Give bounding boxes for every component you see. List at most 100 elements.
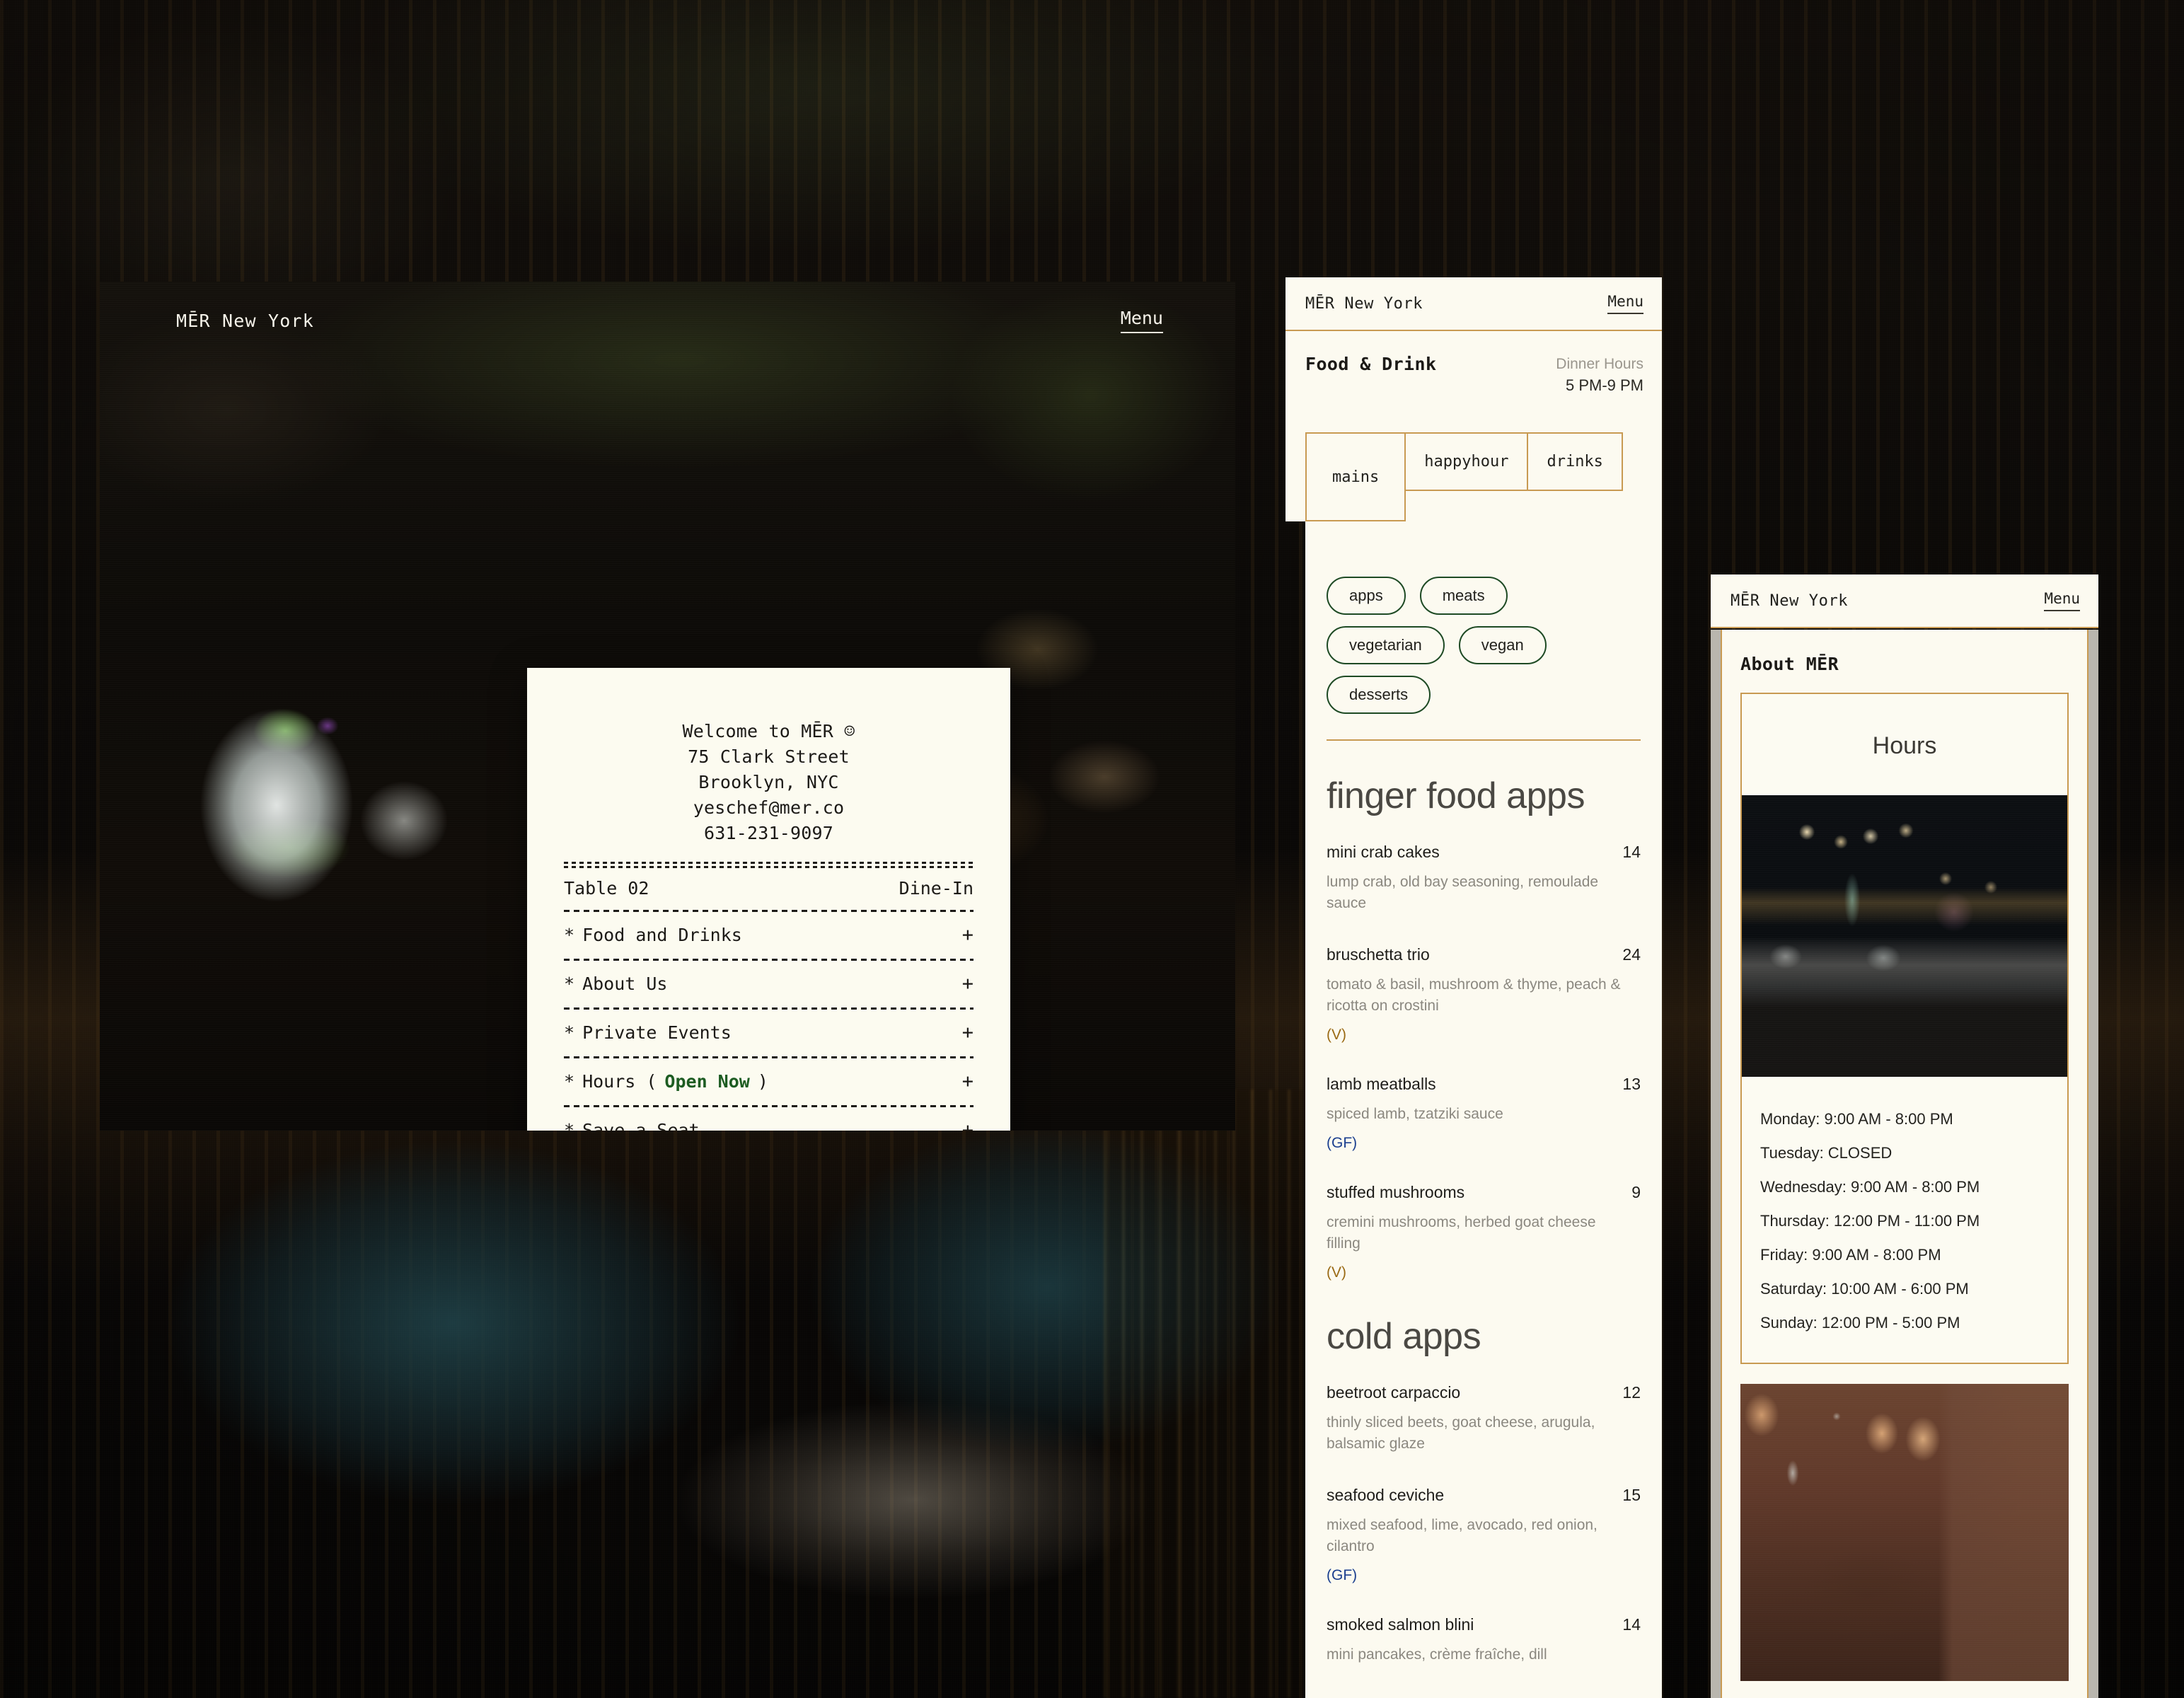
menu-item[interactable]: smoked salmon blini 14 mini pancakes, cr…: [1327, 1615, 1641, 1665]
receipt-hours-prefix: Hours (: [582, 1071, 657, 1092]
receipt-hours-suffix: ): [757, 1071, 768, 1092]
hours-card: Hours Monday: 9:00 AM - 8:00 PM Tuesday:…: [1740, 693, 2069, 1364]
hours-row-sunday: Sunday: 12:00 PM - 5:00 PM: [1760, 1314, 1960, 1332]
filter-pill-meats[interactable]: meats: [1419, 577, 1508, 615]
hero-topbar: MĒR New York Menu: [100, 282, 1235, 359]
hours-row-saturday: Saturday: 10:00 AM - 6:00 PM: [1760, 1280, 1969, 1298]
menu-item[interactable]: seafood ceviche 15 mixed seafood, lime, …: [1327, 1486, 1641, 1584]
tab-drinks[interactable]: drinks: [1528, 432, 1623, 491]
receipt-phone[interactable]: 631-231-9097: [527, 821, 1010, 846]
menu-category-tabs: mains happyhour drinks: [1305, 432, 1623, 521]
menu-item-description: lump crab, old bay seasoning, remoulade …: [1327, 874, 1599, 911]
menu-item-name: stuffed mushrooms: [1327, 1183, 1465, 1201]
menu-panel-body-surface: apps meats vegetarian vegan desserts fin…: [1305, 521, 1662, 1698]
menu-item-description: cremini mushrooms, herbed goat cheese fi…: [1327, 1214, 1596, 1252]
bullet-star-icon: *: [564, 1071, 575, 1092]
expand-plus-icon[interactable]: +: [962, 924, 973, 946]
receipt-double-divider: [564, 862, 973, 868]
receipt-email[interactable]: yeschef@mer.co: [527, 795, 1010, 821]
filter-pill-vegan[interactable]: vegan: [1458, 626, 1547, 664]
hours-row-friday: Friday: 9:00 AM - 8:00 PM: [1760, 1246, 1941, 1264]
receipt-item-about-us[interactable]: * About Us +: [527, 961, 1010, 1007]
menu-panel-topbar: MĒR New York Menu: [1285, 277, 1662, 331]
brand-logo: MĒR New York: [176, 310, 315, 331]
hours-row-monday: Monday: 9:00 AM - 8:00 PM: [1760, 1110, 1953, 1128]
bullet-star-icon: *: [564, 925, 575, 945]
status-badge-open-now: Open Now: [664, 1071, 750, 1092]
receipt-item-private-events[interactable]: * Private Events +: [527, 1010, 1010, 1056]
menu-nav-link[interactable]: Menu: [2044, 590, 2080, 611]
menu-item-name: beetroot carpaccio: [1327, 1383, 1461, 1402]
bullet-star-icon: *: [564, 1022, 575, 1043]
tab-happyhour[interactable]: happyhour: [1406, 432, 1529, 491]
receipt-table-label: Table 02: [564, 878, 649, 899]
receipt-item-hours[interactable]: * Hours ( Open Now) +: [527, 1058, 1010, 1105]
menu-item-price: 14: [1622, 843, 1641, 861]
hours-row-tuesday: Tuesday: CLOSED: [1760, 1144, 1893, 1162]
receipt-table-row: Table 02 Dine-In: [527, 868, 1010, 910]
page-title: About MĒR: [1740, 654, 1839, 674]
menu-nav-link[interactable]: Menu: [1607, 293, 1643, 314]
hours-list: Monday: 9:00 AM - 8:00 PM Tuesday: CLOSE…: [1742, 1077, 2067, 1363]
dining-room-photo: [1740, 1384, 2069, 1681]
dinner-hours-value: 5 PM-9 PM: [1565, 376, 1643, 394]
hours-card-title: Hours: [1872, 732, 1937, 759]
expand-plus-icon[interactable]: +: [962, 973, 973, 995]
menu-item-price: 9: [1631, 1183, 1641, 1201]
bullet-star-icon: *: [564, 974, 575, 994]
filter-pill-vegetarian[interactable]: vegetarian: [1327, 626, 1445, 664]
filter-pill-apps[interactable]: apps: [1327, 577, 1406, 615]
expand-plus-icon[interactable]: +: [962, 1119, 973, 1131]
filter-divider: [1327, 739, 1641, 741]
menu-item-description: spiced lamb, tzatziki sauce: [1327, 1106, 1503, 1122]
desktop-hero-panel: MĒR New York Menu Welcome to MĒR ☺ 75 Cl…: [100, 282, 1235, 1131]
menu-item[interactable]: beetroot carpaccio 12 thinly sliced beet…: [1327, 1383, 1641, 1455]
receipt-address-line-2: Brooklyn, NYC: [698, 772, 839, 792]
filter-pill-desserts[interactable]: desserts: [1327, 676, 1431, 714]
receipt-item-label: Private Events: [582, 1022, 732, 1043]
bar-cocktails-photo: [1742, 795, 2067, 1077]
menu-panel: apps meats vegetarian vegan desserts fin…: [1285, 277, 1662, 1698]
menu-item[interactable]: lamb meatballs 13 spiced lamb, tzatziki …: [1327, 1075, 1641, 1152]
receipt-content: Welcome to MĒR ☺ 75 Clark Street Brookly…: [527, 719, 1010, 1131]
menu-item-name: mini crab cakes: [1327, 843, 1440, 861]
dinner-hours-block: Dinner Hours 5 PM-9 PM: [1556, 354, 1643, 396]
menu-item-price: 14: [1622, 1615, 1641, 1634]
receipt-item-label: About Us: [582, 974, 668, 994]
receipt-item-label: Food and Drinks: [582, 925, 742, 945]
menu-item-price: 13: [1622, 1075, 1641, 1093]
menu-item[interactable]: stuffed mushrooms 9 cremini mushrooms, h…: [1327, 1183, 1641, 1281]
menu-item-dietary-tag: (V): [1327, 1027, 1346, 1043]
brand-logo: MĒR New York: [1305, 294, 1423, 313]
page-title: Food & Drink: [1305, 354, 1437, 374]
receipt-address-line-1: 75 Clark Street: [688, 746, 850, 767]
menu-panel-heading: Food & Drink Dinner Hours 5 PM-9 PM: [1285, 331, 1662, 396]
bullet-star-icon: *: [564, 1120, 575, 1131]
menu-item[interactable]: bruschetta trio 24 tomato & basil, mushr…: [1327, 945, 1641, 1044]
menu-item[interactable]: mini crab cakes 14 lump crab, old bay se…: [1327, 843, 1641, 914]
menu-filter-pills: apps meats vegetarian vegan desserts: [1327, 577, 1631, 714]
about-panel-body[interactable]: About MĒR Hours Monday: 9:00 AM - 8:00 P…: [1721, 630, 2088, 1698]
menu-section-title: finger food apps: [1327, 775, 1585, 816]
receipt-item-save-a-seat[interactable]: * Save a Seat +: [527, 1107, 1010, 1131]
receipt-item-label: Save a Seat: [582, 1120, 700, 1131]
receipt-item-food-and-drinks[interactable]: * Food and Drinks +: [527, 912, 1010, 959]
dinner-hours-label: Dinner Hours: [1556, 356, 1643, 372]
tab-mains[interactable]: mains: [1305, 432, 1406, 521]
brand-logo: MĒR New York: [1731, 591, 1849, 610]
menu-item-price: 24: [1622, 945, 1641, 964]
receipt-service-type: Dine-In: [899, 878, 973, 899]
hours-row-thursday: Thursday: 12:00 PM - 11:00 PM: [1760, 1212, 1980, 1230]
menu-item-description: tomato & basil, mushroom & thyme, peach …: [1327, 976, 1621, 1014]
about-panel-topbar: MĒR New York Menu: [1711, 574, 2098, 628]
menu-item-description: mixed seafood, lime, avocado, red onion,…: [1327, 1517, 1597, 1554]
menu-item-name: smoked salmon blini: [1327, 1615, 1474, 1634]
menu-item-name: seafood ceviche: [1327, 1486, 1445, 1504]
expand-plus-icon[interactable]: +: [962, 1022, 973, 1044]
menu-item-dietary-tag: (GF): [1327, 1567, 1358, 1583]
expand-plus-icon[interactable]: +: [962, 1070, 973, 1092]
menu-item-name: lamb meatballs: [1327, 1075, 1436, 1093]
menu-scroll-region[interactable]: apps meats vegetarian vegan desserts fin…: [1305, 521, 1662, 1665]
hours-row-wednesday: Wednesday: 9:00 AM - 8:00 PM: [1760, 1178, 1980, 1196]
menu-nav-link[interactable]: Menu: [1120, 308, 1163, 333]
